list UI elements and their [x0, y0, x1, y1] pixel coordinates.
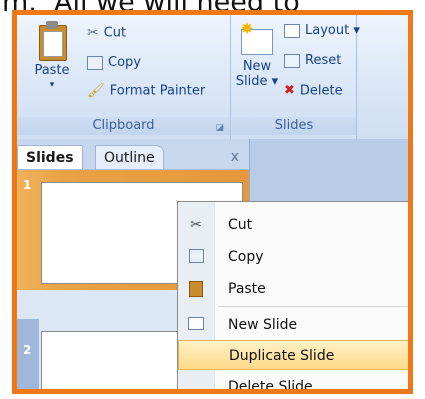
- ribbon: Paste ▾ ✂ Cut Copy 🖌 Format Painter Clipbo…: [17, 15, 408, 139]
- menu-item-label: Cut: [228, 217, 253, 233]
- menu-item-paste[interactable]: Paste: [178, 274, 408, 304]
- menu-item-label: New Slide: [228, 317, 298, 333]
- menu-item-label: Copy: [228, 249, 264, 265]
- close-icon[interactable]: x: [231, 149, 239, 165]
- layout-button[interactable]: Layout ▾: [284, 21, 360, 41]
- screenshot-frame: Paste ▾ ✂ Cut Copy 🖌 Format Painter Clipbo…: [12, 10, 413, 394]
- slides-group: ✸ New Slide ▾ Layout ▾ Reset ✖ Delete Sli…: [232, 15, 360, 139]
- layout-icon: [284, 23, 300, 38]
- reset-button[interactable]: Reset: [284, 51, 341, 71]
- paste-button[interactable]: Paste ▾: [25, 21, 79, 93]
- dialog-launcher-icon[interactable]: ◪: [215, 123, 224, 133]
- cut-label: Cut: [103, 25, 127, 41]
- new-slide-icon: ✸: [239, 21, 275, 57]
- reset-icon: [284, 53, 300, 68]
- menu-item-label: Paste: [228, 281, 266, 297]
- menu-separator: [218, 306, 408, 307]
- tab-slides[interactable]: Slides: [17, 145, 83, 169]
- new-slide-icon: [187, 317, 205, 333]
- new-slide-button[interactable]: ✸ New Slide ▾: [234, 21, 280, 90]
- menu-item-delete-slide[interactable]: Delete Slide: [178, 372, 408, 394]
- paste-dropdown-arrow[interactable]: ▾: [25, 78, 79, 93]
- delete-label: Delete: [299, 83, 343, 99]
- reset-label: Reset: [305, 53, 342, 68]
- menu-item-duplicate-slide[interactable]: Duplicate Slide: [178, 340, 408, 370]
- paste-icon: [187, 281, 205, 297]
- copy-label: Copy: [108, 55, 141, 70]
- cut-button[interactable]: ✂ Cut: [87, 23, 126, 43]
- paintbrush-icon: 🖌: [87, 83, 105, 99]
- menu-item-label: Delete Slide: [228, 379, 313, 394]
- paste-icon: [37, 21, 67, 61]
- menu-item-new-slide[interactable]: New Slide: [178, 310, 408, 340]
- menu-item-label: Duplicate Slide: [229, 348, 335, 364]
- new-slide-label: New: [242, 59, 272, 74]
- slides-group-label: Slides: [232, 117, 356, 135]
- delete-button[interactable]: ✖ Delete: [284, 81, 343, 101]
- slide-number: 2: [23, 343, 32, 357]
- layout-label: Layout ▾: [305, 23, 360, 38]
- copy-icon: [87, 55, 103, 70]
- tab-outline[interactable]: Outline: [95, 145, 164, 169]
- clipboard-group: Paste ▾ ✂ Cut Copy 🖌 Format Painter Clipbo…: [17, 15, 231, 139]
- scissors-icon: ✂: [190, 217, 202, 233]
- pane-tabs: Slides Outline x: [17, 139, 249, 170]
- slide-number: 1: [23, 178, 32, 192]
- format-painter-label: Format Painter: [109, 83, 206, 99]
- clipboard-group-label: Clipboard: [17, 117, 230, 135]
- context-menu: ✂ Cut Copy Paste New Slide Duplicate Sli…: [177, 201, 408, 394]
- menu-item-copy[interactable]: Copy: [178, 242, 408, 272]
- menu-item-cut[interactable]: ✂ Cut: [178, 210, 408, 240]
- paste-label: Paste: [34, 63, 70, 78]
- scissors-icon: ✂: [87, 25, 99, 41]
- copy-button[interactable]: Copy: [87, 53, 141, 73]
- format-painter-button[interactable]: 🖌 Format Painter: [87, 81, 205, 101]
- delete-icon: ✖: [284, 83, 295, 98]
- new-slide-label-2: Slide ▾: [235, 74, 279, 89]
- copy-icon: [187, 249, 205, 265]
